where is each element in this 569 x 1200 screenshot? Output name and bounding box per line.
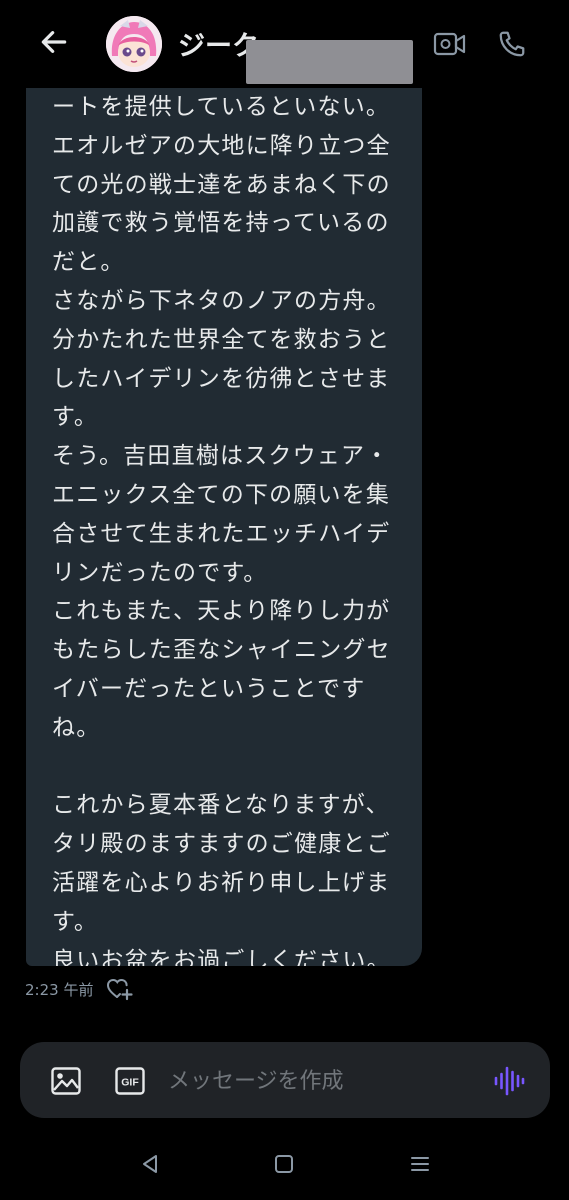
add-image-button[interactable] <box>48 1064 84 1098</box>
nav-home-icon <box>275 1155 293 1173</box>
avatar[interactable] <box>106 16 162 72</box>
message-bubble[interactable]: ートを提供しているといない。 エオルゼアの大地に降り立つ全ての光の戦士達をあまね… <box>26 40 422 966</box>
avatar-image <box>106 16 162 72</box>
image-icon <box>51 1067 81 1095</box>
arrow-left-icon <box>41 31 67 53</box>
back-button[interactable] <box>32 20 76 64</box>
conversation-header: ジーク <box>0 0 569 88</box>
system-nav-bar <box>0 1128 569 1200</box>
video-camera-icon <box>433 32 466 56</box>
nav-recent-icon <box>411 1157 429 1171</box>
voice-call-button[interactable] <box>490 22 534 66</box>
add-reaction-button[interactable] <box>105 976 135 1002</box>
nav-back-icon <box>143 1155 157 1173</box>
gif-label: GIF <box>121 1077 139 1089</box>
voice-message-button[interactable] <box>490 1062 528 1100</box>
nav-back-button[interactable] <box>134 1148 166 1180</box>
message-meta: 2:23 午前 <box>25 976 135 1002</box>
heart-plus-icon <box>107 978 134 1001</box>
voice-waveform-icon <box>494 1066 525 1096</box>
phone-icon <box>499 31 525 57</box>
nav-recent-button[interactable] <box>404 1148 436 1180</box>
message-text: ートを提供しているといない。 エオルゼアの大地に降り立つ全ての光の戦士達をあまね… <box>52 94 391 966</box>
nav-home-button[interactable] <box>268 1148 300 1180</box>
add-gif-button[interactable]: GIF <box>112 1064 148 1098</box>
message-composer: GIF <box>20 1042 550 1118</box>
redacted-overlay <box>246 40 413 84</box>
message-input[interactable] <box>168 1064 468 1098</box>
video-call-button[interactable] <box>428 22 472 66</box>
message-timestamp: 2:23 午前 <box>25 980 94 999</box>
gif-icon: GIF <box>115 1067 145 1095</box>
